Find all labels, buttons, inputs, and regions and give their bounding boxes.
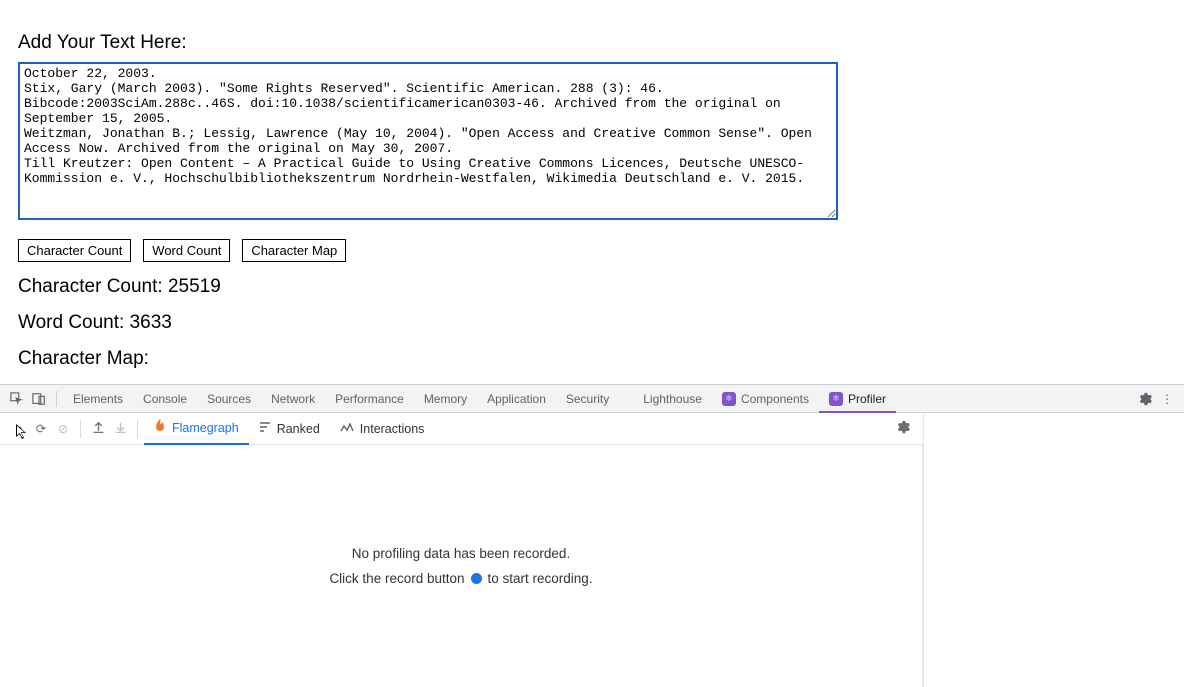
character-count-label: Character Count: (18, 276, 168, 297)
devtools-settings-icon[interactable] (1134, 392, 1156, 406)
react-icon: ⚛ (829, 392, 843, 406)
tab-components[interactable]: ⚛ Components (712, 385, 819, 413)
device-toolbar-icon[interactable] (28, 392, 50, 406)
profiler-separator (137, 420, 138, 438)
tab-elements[interactable]: Elements (63, 385, 133, 413)
devtools-separator (56, 391, 57, 407)
react-icon: ⚛ (722, 392, 736, 406)
profiler-tab-ranked[interactable]: Ranked (249, 413, 330, 445)
tab-profiler[interactable]: ⚛ Profiler (819, 385, 896, 413)
tab-components-label: Components (741, 385, 809, 413)
profiler-empty-main: No profiling data has been recorded. (352, 546, 570, 561)
flame-icon (154, 419, 166, 436)
import-icon[interactable] (87, 421, 109, 437)
profiler-tab-interactions-label: Interactions (360, 422, 425, 436)
reload-icon[interactable]: ⟳ (30, 421, 52, 436)
interactions-icon (340, 422, 354, 436)
character-count-stat: Character Count: 25519 (18, 276, 1166, 298)
inspect-element-icon[interactable] (6, 392, 28, 406)
profiler-empty-state: No profiling data has been recorded. Cli… (0, 445, 923, 687)
profiler-toolbar: ● ⟳ ⊘ Flamegraph (0, 413, 923, 445)
tab-profiler-label: Profiler (848, 385, 886, 413)
word-count-button[interactable]: Word Count (143, 239, 230, 262)
devtools-more-icon[interactable]: ⋮ (1156, 392, 1178, 406)
profiler-tab-flamegraph[interactable]: Flamegraph (144, 413, 249, 445)
character-count-value: 25519 (168, 276, 221, 297)
profiler-empty-sub-pre: Click the record button (329, 571, 464, 586)
tab-lighthouse[interactable]: Lighthouse (633, 385, 712, 413)
profiler-empty-sub-post: to start recording. (488, 571, 593, 586)
tab-network[interactable]: Network (261, 385, 325, 413)
profiler-separator (80, 420, 81, 438)
tab-sources[interactable]: Sources (197, 385, 261, 413)
tab-memory[interactable]: Memory (414, 385, 477, 413)
profiler-tab-ranked-label: Ranked (277, 422, 320, 436)
record-button-icon[interactable]: ● (8, 421, 30, 436)
character-map-button[interactable]: Character Map (242, 239, 346, 262)
tab-performance[interactable]: Performance (325, 385, 414, 413)
word-count-value: 3633 (130, 312, 172, 333)
character-map-stat: Character Map: (18, 348, 1166, 370)
add-text-label: Add Your Text Here: (18, 32, 1166, 54)
export-icon[interactable] (109, 421, 131, 437)
word-count-label: Word Count: (18, 312, 130, 333)
tab-console[interactable]: Console (133, 385, 197, 413)
devtools-tabstrip: Elements Console Sources Network Perform… (0, 385, 1184, 413)
profiler-tab-interactions[interactable]: Interactions (330, 413, 435, 445)
record-dot-icon (471, 573, 482, 584)
tab-application[interactable]: Application (477, 385, 556, 413)
profiler-settings-icon[interactable] (891, 420, 915, 437)
word-count-stat: Word Count: 3633 (18, 312, 1166, 334)
tab-security[interactable]: Security (556, 385, 619, 413)
profiler-tab-flamegraph-label: Flamegraph (172, 421, 239, 435)
main-textarea[interactable] (18, 62, 838, 220)
ranked-icon (259, 421, 271, 436)
character-count-button[interactable]: Character Count (18, 239, 131, 262)
clear-icon[interactable]: ⊘ (52, 421, 74, 436)
